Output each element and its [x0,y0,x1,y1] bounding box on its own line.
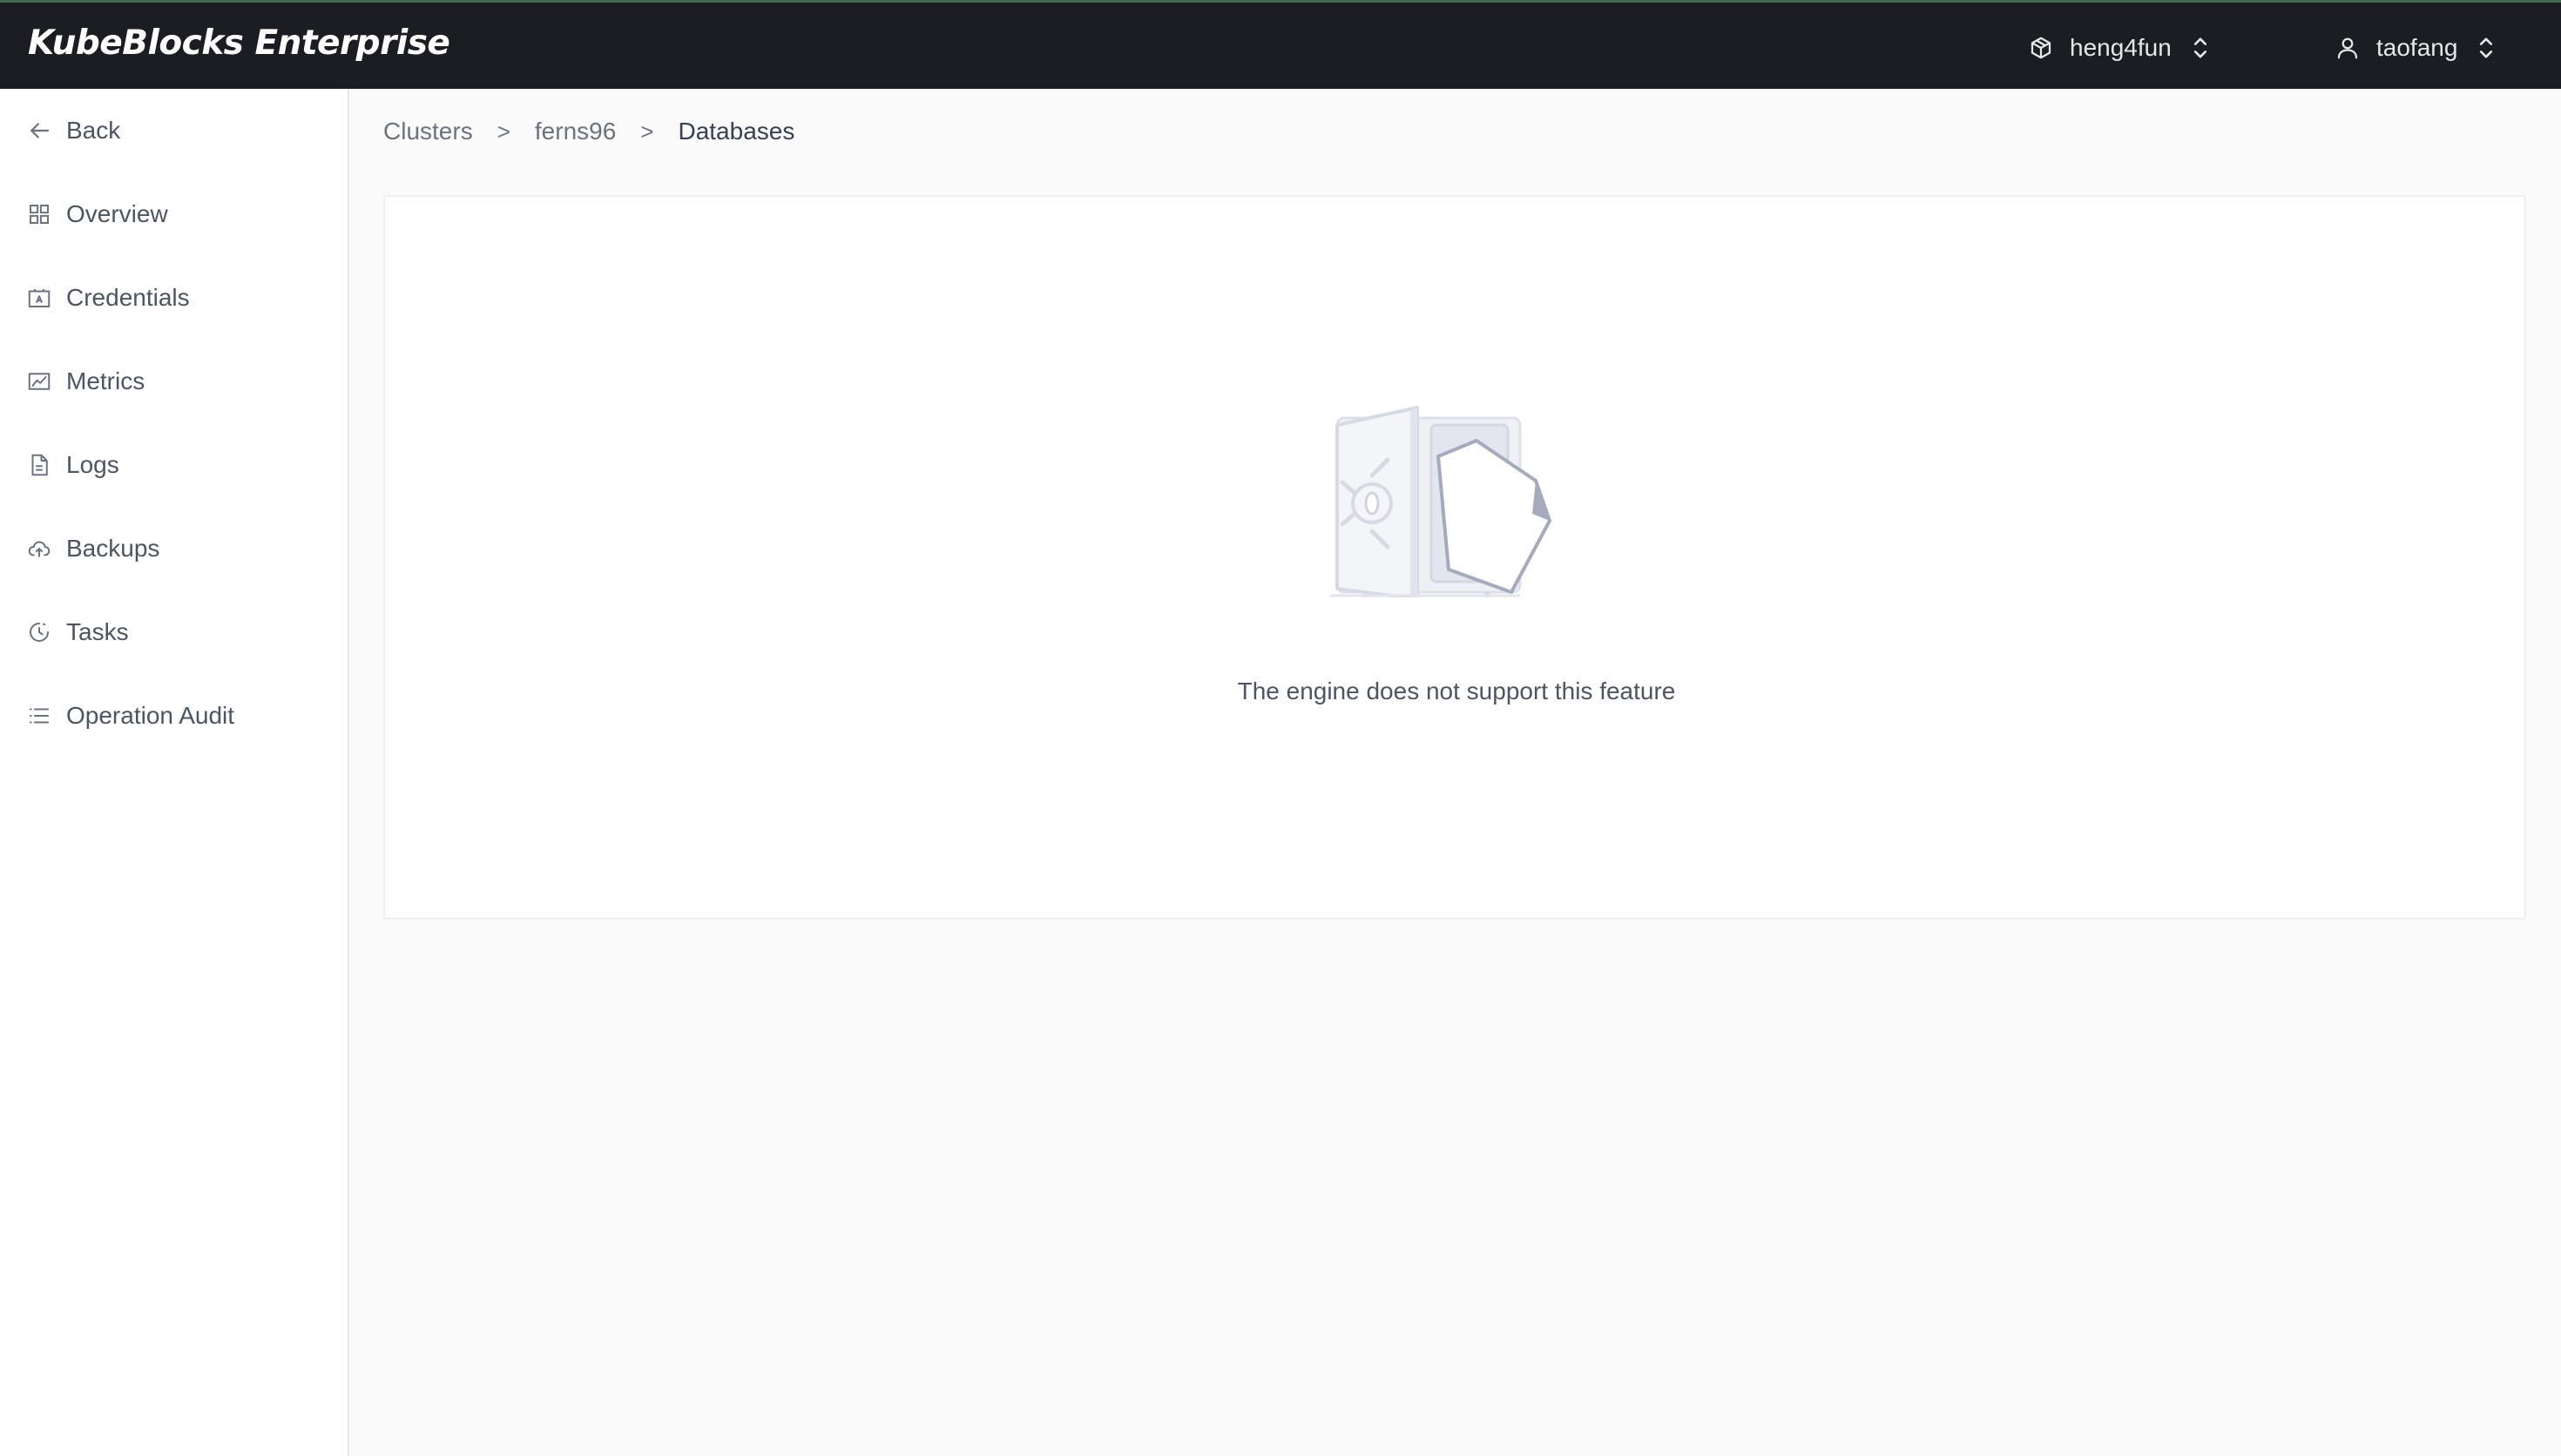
chevron-up-down-icon [2193,37,2206,58]
document-icon [31,454,48,476]
cloud-upload-icon [28,541,51,557]
empty-safe-icon [1330,406,1551,597]
sidebar-item-label: Back [66,117,121,144]
breadcrumb-item-current: Databases [678,118,795,145]
breadcrumb-separator: > [497,118,510,145]
sidebar-item-label: Credentials [66,284,190,311]
user-icon [2337,37,2358,59]
clock-icon [30,623,49,642]
empty-state-message: The engine does not support this feature [1237,677,1676,704]
breadcrumb: Clusters > ferns96 > Databases [383,111,794,152]
sidebar-item-label: Metrics [66,367,145,394]
sidebar-item-credentials[interactable]: Credentials [26,276,190,320]
brand-logo[interactable]: KubeBlocks Enterprise [28,24,450,63]
grid-icon [30,205,49,224]
org-selector[interactable]: heng4fun [2028,27,2210,69]
breadcrumb-separator: > [640,118,654,145]
chevron-up-down-icon [2480,37,2493,58]
sidebar-item-label: Tasks [66,618,129,645]
sidebar-item-tasks[interactable]: Tasks [26,610,129,654]
breadcrumb-item-cluster[interactable]: ferns96 [535,118,616,145]
top-bar: KubeBlocks Enterprise heng4fun taofang [0,0,2561,89]
breadcrumb-item-clusters[interactable]: Clusters [383,118,473,145]
list-icon [30,708,49,724]
sidebar-item-label: Logs [66,451,119,478]
sidebar-item-label: Overview [66,200,168,227]
sidebar-item-overview[interactable]: Overview [26,192,168,236]
content-panel: The engine does not support this feature [383,195,2526,920]
user-selector-label: taofang [2376,34,2458,61]
org-cube-icon [2031,37,2051,59]
sidebar-item-metrics[interactable]: Metrics [26,360,145,403]
sidebar-item-logs[interactable]: Logs [26,443,119,487]
line-chart-icon [28,373,51,390]
sidebar-item-label: Backups [66,535,160,562]
sidebar-item-backups[interactable]: Backups [26,527,159,570]
arrow-left-icon [30,123,50,138]
user-selector[interactable]: taofang [2335,27,2496,69]
sidebar-item-label: Operation Audit [66,702,235,729]
id-card-icon [28,289,51,307]
org-selector-label: heng4fun [2070,34,2172,61]
sidebar-item-back[interactable]: Back [26,109,120,152]
sidebar: Back Overview Credentials Metrics Logs B… [0,89,349,1456]
sidebar-item-operation-audit[interactable]: Operation Audit [26,694,234,738]
